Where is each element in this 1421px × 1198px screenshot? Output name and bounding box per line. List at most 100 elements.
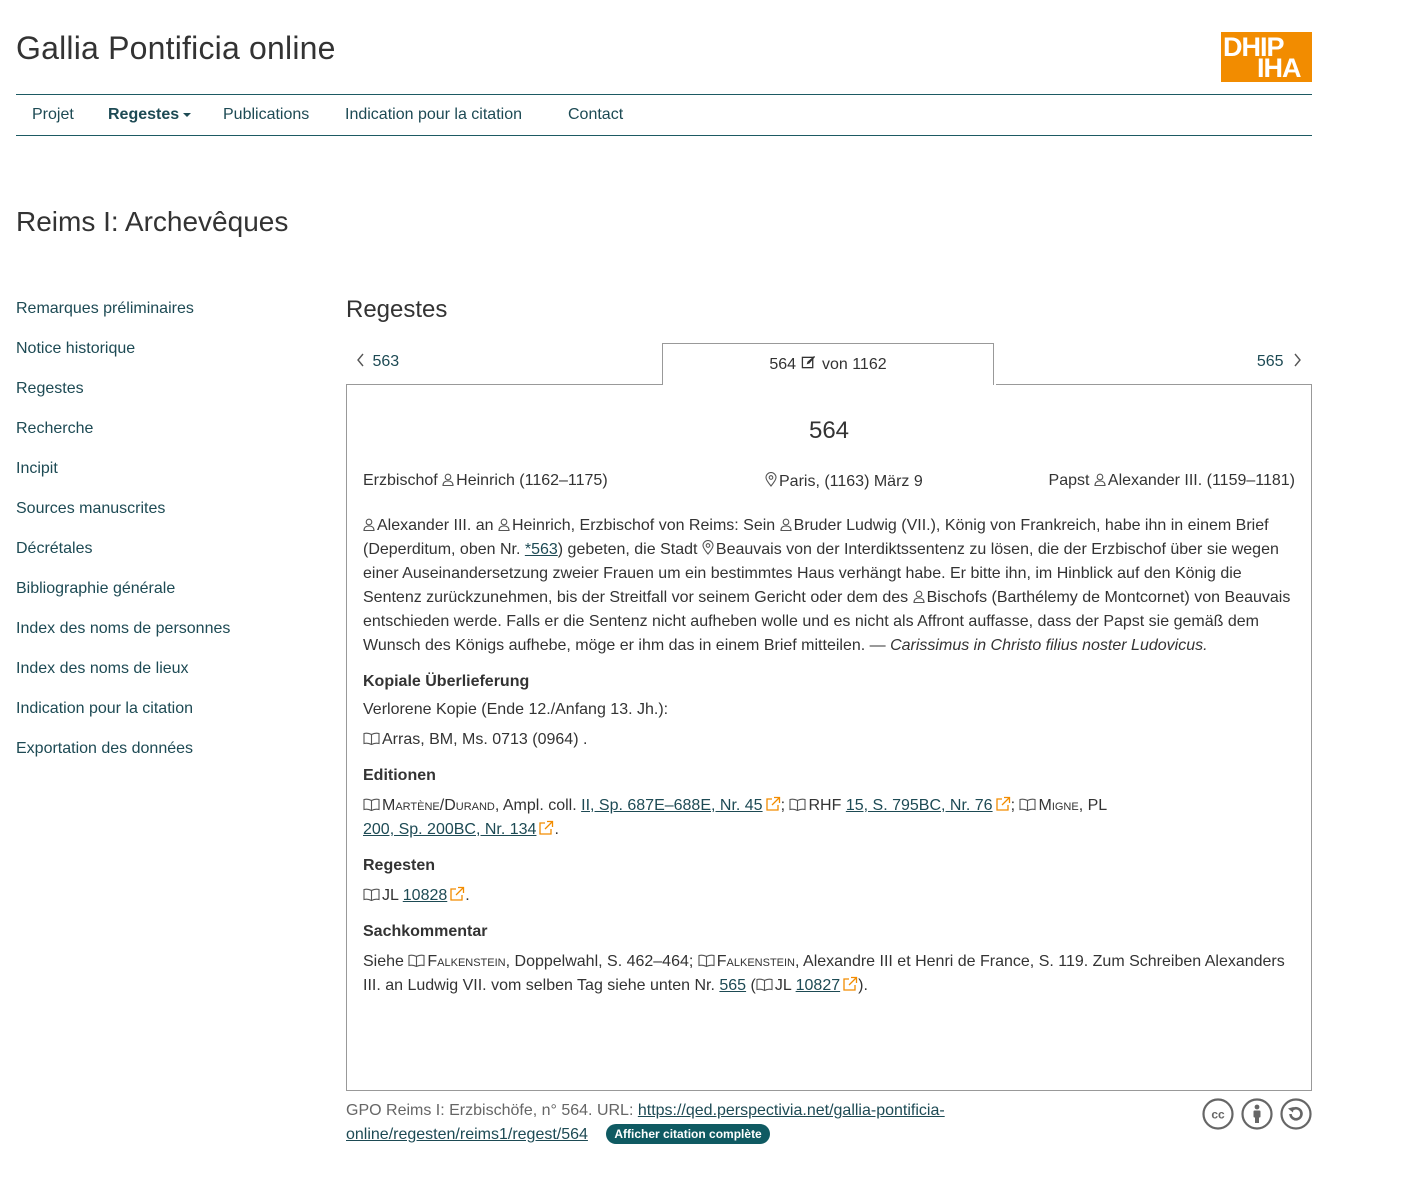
recipient: Papst Alexander III. (1159–1181) bbox=[1049, 472, 1295, 490]
nav-contact[interactable]: Contact bbox=[568, 106, 623, 124]
previous-regest-button[interactable]: 563 bbox=[356, 353, 399, 371]
book-icon bbox=[698, 954, 715, 967]
person-icon bbox=[442, 473, 454, 486]
external-link-icon[interactable] bbox=[449, 886, 465, 902]
dhip-logo[interactable]: DHIP IHA bbox=[1221, 32, 1312, 82]
nav-publications[interactable]: Publications bbox=[223, 106, 309, 124]
sach-author1[interactable]: Falkenstein bbox=[427, 953, 505, 970]
book-icon bbox=[363, 798, 380, 811]
map-pin-icon bbox=[702, 540, 714, 555]
sach-end: ). bbox=[858, 977, 868, 994]
sidebar-item-bibliographie[interactable]: Bibliographie générale bbox=[16, 580, 175, 598]
external-link-icon[interactable] bbox=[765, 796, 781, 812]
person-icon bbox=[363, 518, 375, 531]
regesten-title: Regesten bbox=[363, 857, 436, 874]
edition3-work: , PL bbox=[1078, 797, 1108, 814]
edition3-author[interactable]: Migne bbox=[1038, 797, 1078, 814]
sidebar-item-remarques[interactable]: Remarques préliminaires bbox=[16, 300, 194, 318]
edition1-author[interactable]: Martène/Durand bbox=[382, 797, 495, 814]
book-icon bbox=[363, 732, 380, 745]
external-link-icon[interactable] bbox=[995, 796, 1011, 812]
recipient-name[interactable]: Alexander III. (1159–1181) bbox=[1108, 472, 1295, 489]
editionen-end: . bbox=[554, 821, 559, 838]
logo-text-line2: IHA bbox=[1257, 53, 1301, 82]
edition1-link[interactable]: II, Sp. 687E–688E, Nr. 45 bbox=[581, 797, 762, 814]
regest-number: 564 bbox=[808, 417, 850, 444]
sidebar-item-recherche[interactable]: Recherche bbox=[16, 420, 93, 438]
next-regest-button[interactable]: 565 bbox=[1257, 353, 1302, 371]
regesten-end: . bbox=[465, 887, 470, 904]
book-icon bbox=[789, 798, 807, 811]
current-regest-number: 564 bbox=[769, 356, 797, 373]
book-icon bbox=[1019, 798, 1037, 811]
issuer-name[interactable]: Heinrich (1162–1175) bbox=[456, 472, 608, 489]
jl-10827-link[interactable]: 10827 bbox=[796, 977, 841, 994]
site-title[interactable]: Gallia Pontificia online bbox=[16, 30, 336, 67]
sach-jl[interactable]: JL bbox=[775, 977, 791, 994]
cc-icon[interactable]: cc bbox=[1202, 1098, 1234, 1130]
editionen-list: Martène/Durand, Ampl. coll. II, Sp. 687E… bbox=[363, 794, 1295, 842]
link-regest-565[interactable]: 565 bbox=[719, 977, 746, 994]
separator: ; bbox=[780, 797, 786, 814]
external-link-icon[interactable] bbox=[842, 976, 858, 992]
nav-citation[interactable]: Indication pour la citation bbox=[345, 106, 522, 124]
sidebar-item-index-personnes[interactable]: Index des noms de personnes bbox=[16, 620, 230, 638]
sachkommentar-title: Sachkommentar bbox=[363, 923, 488, 940]
book-icon bbox=[756, 978, 773, 991]
edition3-link[interactable]: 200, Sp. 200BC, Nr. 134 bbox=[363, 821, 536, 838]
nav-regestes-label: Regestes bbox=[108, 106, 180, 123]
sach-text2: , Doppelwahl, S. 462–464; bbox=[505, 953, 694, 970]
regest-tabs: 563 564 von 1162 565 bbox=[346, 343, 1312, 385]
manuscript-ref[interactable]: Arras, BM, Ms. 0713 (0964) bbox=[382, 731, 579, 748]
caret-down-icon bbox=[183, 112, 192, 117]
edition2-work[interactable]: RHF bbox=[808, 797, 841, 814]
sa-icon[interactable] bbox=[1280, 1098, 1312, 1130]
link-regest-563[interactable]: *563 bbox=[525, 541, 558, 558]
external-link-icon[interactable] bbox=[538, 820, 554, 836]
show-full-citation-button[interactable]: Afficher citation complète bbox=[606, 1124, 770, 1144]
citation-url-part1: https://qed.perspectivia.net/gallia-pont… bbox=[637, 1102, 945, 1119]
current-regest-total: von 1162 bbox=[821, 356, 887, 373]
by-icon[interactable] bbox=[1241, 1098, 1273, 1130]
sidebar-item-sources[interactable]: Sources manuscrites bbox=[16, 500, 165, 518]
regest-summary: Alexander III. an Heinrich, Erzbischof v… bbox=[363, 514, 1295, 658]
edit-icon[interactable] bbox=[801, 355, 816, 370]
citation-text: GPO Reims I: Erzbischöfe, n° 564. URL: bbox=[346, 1102, 634, 1119]
sach-author2[interactable]: Falkenstein bbox=[717, 953, 795, 970]
sidebar-item-citation[interactable]: Indication pour la citation bbox=[16, 700, 193, 718]
regest-panel: 564 Erzbischof Heinrich (1162–1175) Pari… bbox=[346, 384, 1312, 1091]
sidebar-item-index-lieux[interactable]: Index des noms de lieux bbox=[16, 660, 189, 678]
person-icon bbox=[498, 518, 510, 531]
issuer: Erzbischof Heinrich (1162–1175) bbox=[363, 472, 608, 490]
tab-current-regest: 564 von 1162 bbox=[662, 343, 994, 385]
recipient-role: Papst bbox=[1048, 472, 1090, 489]
nav-projet[interactable]: Projet bbox=[32, 106, 74, 124]
regesten-work[interactable]: JL bbox=[382, 887, 398, 904]
sidebar-item-regestes[interactable]: Regestes bbox=[16, 380, 84, 398]
kopiale-title: Kopiale Überlieferung bbox=[363, 673, 530, 690]
issuer-role: Erzbischof bbox=[363, 472, 438, 489]
previous-regest-label: 563 bbox=[372, 353, 400, 370]
nav-regestes[interactable]: Regestes bbox=[108, 106, 192, 124]
summary-part2: Heinrich, Erzbischof von Reims: Sein bbox=[511, 517, 776, 534]
regest-meta: Erzbischof Heinrich (1162–1175) Paris, (… bbox=[363, 472, 1295, 496]
editionen-title: Editionen bbox=[363, 767, 436, 784]
summary-part4: ) gebeten, die Stadt bbox=[557, 541, 698, 558]
sachkommentar-text: Siehe Falkenstein, Doppelwahl, S. 462–46… bbox=[363, 950, 1295, 998]
manuscript-ref-end: . bbox=[582, 731, 588, 748]
chevron-left-icon bbox=[357, 353, 364, 367]
map-pin-icon bbox=[765, 472, 777, 487]
summary-part1: Alexander III. an bbox=[377, 517, 494, 534]
book-icon bbox=[408, 954, 425, 967]
sidebar-item-notice[interactable]: Notice historique bbox=[16, 340, 135, 358]
place-date: Paris, (1163) März 9 bbox=[765, 472, 923, 491]
separator: ; bbox=[1010, 797, 1016, 814]
jl-10828-link[interactable]: 10828 bbox=[403, 887, 448, 904]
book-icon bbox=[363, 888, 380, 901]
sidebar-item-export[interactable]: Exportation des données bbox=[16, 740, 193, 758]
sidebar-item-incipit[interactable]: Incipit bbox=[16, 460, 58, 478]
sidebar-item-decretales[interactable]: Décrétales bbox=[16, 540, 92, 558]
place-date-text: Paris, (1163) März 9 bbox=[779, 473, 923, 490]
edition2-link[interactable]: 15, S. 795BC, Nr. 76 bbox=[846, 797, 993, 814]
person-icon bbox=[780, 518, 792, 531]
